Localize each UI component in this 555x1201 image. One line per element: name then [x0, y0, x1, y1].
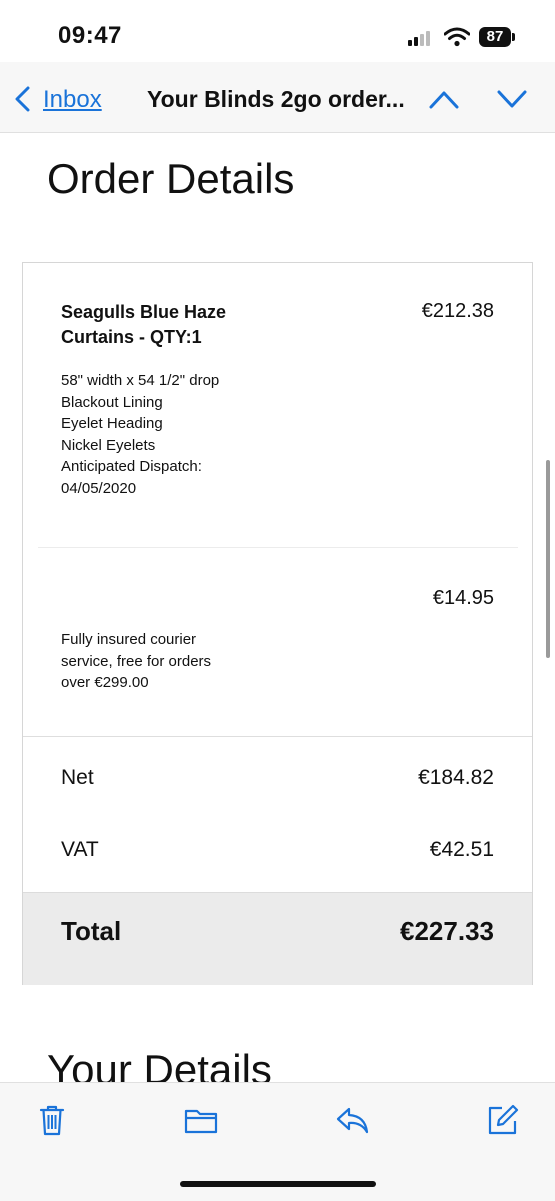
total-label: Total [61, 916, 122, 946]
inbox-back-link[interactable]: Inbox [43, 86, 102, 114]
scrollbar[interactable] [546, 460, 550, 658]
battery-icon: 87 [479, 27, 511, 47]
shipping-desc-line: over €299.00 [61, 674, 149, 691]
item-price: €212.38 [421, 300, 494, 322]
total-value: €227.33 [400, 916, 494, 946]
cellular-signal-icon [408, 30, 434, 46]
net-label: Net [61, 766, 94, 789]
compose-icon[interactable] [486, 1103, 520, 1137]
item-detail-line: Blackout Lining [61, 393, 163, 411]
chevron-down-icon[interactable] [496, 88, 528, 110]
item-detail-line: 04/05/2020 [61, 479, 137, 497]
divider [23, 736, 532, 737]
reply-icon[interactable] [335, 1103, 369, 1137]
shipping-desc-line: Fully insured courier [61, 631, 197, 648]
shipping-price: €14.95 [432, 587, 494, 609]
trash-icon[interactable] [35, 1103, 69, 1137]
battery-tip [512, 33, 515, 41]
item-name-line: Seagulls Blue Haze [61, 302, 227, 322]
item-detail-line: 58" width x 54 1/2" drop [61, 372, 220, 389]
item-detail-line: Eyelet Heading [61, 415, 163, 432]
order-details-heading: Order Details [47, 155, 295, 202]
item-details: 58" width x 54 1/2" drop Blackout Lining… [61, 370, 219, 499]
shipping-description: Fully insured courier service, free for … [61, 629, 261, 694]
item-name: Seagulls Blue Haze Curtains - QTY:1 [61, 300, 281, 350]
item-name-line: Curtains - QTY:1 [61, 327, 202, 347]
vat-value: €42.51 [429, 838, 494, 861]
status-time: 09:47 [58, 22, 122, 49]
chevron-left-icon[interactable] [12, 86, 34, 112]
net-value: €184.82 [418, 766, 494, 789]
home-indicator[interactable] [180, 1181, 376, 1187]
item-detail-line: Nickel Eyelets [61, 436, 156, 454]
folder-icon[interactable] [184, 1103, 218, 1137]
message-subject-title: Your Blinds 2go order... [147, 86, 405, 112]
chevron-up-icon[interactable] [428, 88, 460, 110]
item-detail-line: Anticipated Dispatch: [61, 458, 202, 475]
shipping-desc-line: service, free for orders [61, 652, 212, 670]
wifi-icon [443, 27, 471, 47]
vat-label: VAT [61, 838, 99, 861]
divider [38, 547, 518, 548]
